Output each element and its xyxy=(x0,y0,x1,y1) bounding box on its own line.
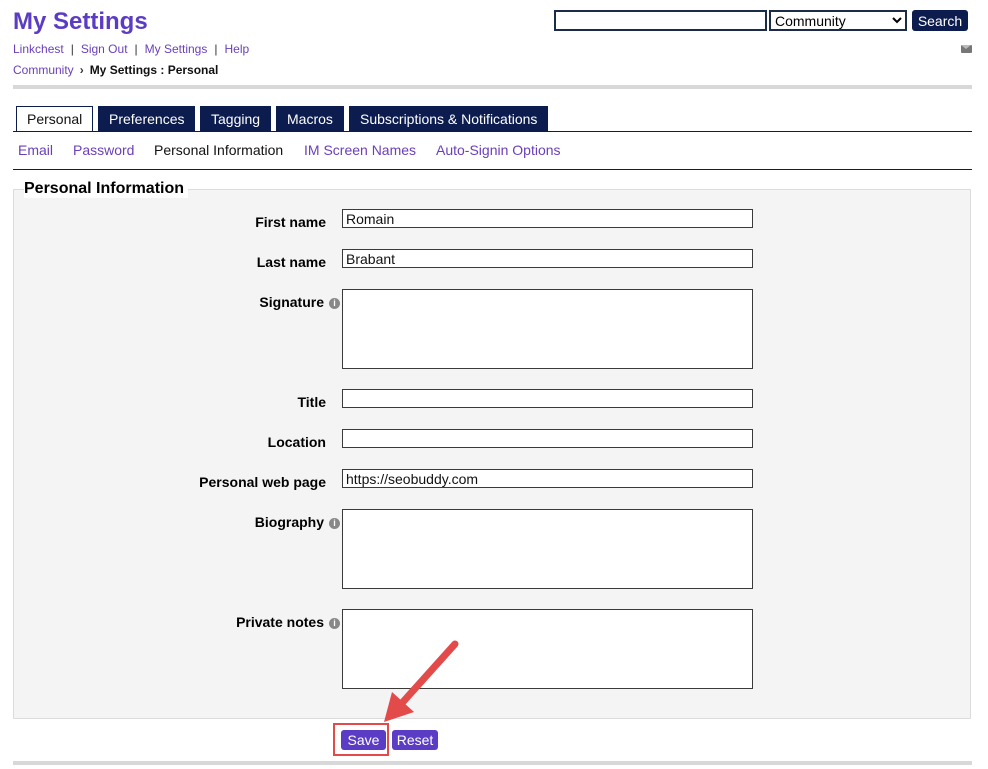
separator: | xyxy=(70,42,74,56)
breadcrumb: Community › My Settings : Personal xyxy=(13,63,218,77)
biography-label: Biography i xyxy=(255,514,340,530)
tab-tagging[interactable]: Tagging xyxy=(200,106,272,131)
title-label: Title xyxy=(297,394,326,410)
subtab-email[interactable]: Email xyxy=(18,142,53,158)
private-notes-label-text: Private notes xyxy=(236,614,324,630)
info-icon[interactable]: i xyxy=(329,298,340,309)
separator: | xyxy=(134,42,138,56)
search-button[interactable]: Search xyxy=(912,10,968,31)
linkchest-link[interactable]: Linkchest xyxy=(13,42,64,56)
personal-web-page-label: Personal web page xyxy=(199,474,326,490)
section-title: Personal Information xyxy=(24,180,189,198)
save-button[interactable]: Save xyxy=(341,730,386,750)
search-scope-select[interactable]: Community xyxy=(769,10,907,31)
tab-subscriptions-notifications[interactable]: Subscriptions & Notifications xyxy=(349,106,549,131)
separator: | xyxy=(214,42,218,56)
info-icon[interactable]: i xyxy=(329,518,340,529)
subtabs-divider xyxy=(13,169,972,170)
tab-personal[interactable]: Personal xyxy=(16,106,94,132)
chevron-right-icon: › xyxy=(79,63,84,77)
mail-icon[interactable] xyxy=(961,45,972,53)
breadcrumb-current: My Settings : Personal xyxy=(89,63,219,77)
biography-label-text: Biography xyxy=(254,514,324,530)
signature-label: Signature i xyxy=(259,294,340,310)
first-name-label: First name xyxy=(255,214,326,230)
footer-divider xyxy=(13,761,972,765)
last-name-label: Last name xyxy=(256,254,326,270)
subtab-password[interactable]: Password xyxy=(73,142,134,158)
help-link[interactable]: Help xyxy=(224,42,249,56)
tab-macros[interactable]: Macros xyxy=(276,106,344,131)
search-input[interactable] xyxy=(554,10,767,31)
personal-web-page-field[interactable] xyxy=(342,469,753,488)
private-notes-label: Private notes i xyxy=(236,614,340,630)
biography-field[interactable] xyxy=(342,509,753,589)
breadcrumb-community-link[interactable]: Community xyxy=(13,63,74,77)
header-divider xyxy=(13,85,972,89)
first-name-field[interactable] xyxy=(342,209,753,228)
location-label: Location xyxy=(267,434,326,450)
last-name-field[interactable] xyxy=(342,249,753,268)
location-field[interactable] xyxy=(342,429,753,448)
reset-button[interactable]: Reset xyxy=(392,730,438,750)
subtab-auto-signin-options[interactable]: Auto-Signin Options xyxy=(436,142,561,158)
page-title: My Settings xyxy=(13,8,148,35)
signature-label-text: Signature xyxy=(259,294,324,310)
subtab-im-screen-names[interactable]: IM Screen Names xyxy=(304,142,416,158)
signature-field[interactable] xyxy=(342,289,753,369)
tab-preferences[interactable]: Preferences xyxy=(98,106,196,131)
info-icon[interactable]: i xyxy=(329,618,340,629)
private-notes-field[interactable] xyxy=(342,609,753,689)
subtab-personal-information[interactable]: Personal Information xyxy=(154,142,283,158)
title-field[interactable] xyxy=(342,389,753,408)
utility-links: Linkchest | Sign Out | My Settings | Help xyxy=(13,42,249,56)
my-settings-link[interactable]: My Settings xyxy=(145,42,208,56)
tabs-divider xyxy=(13,131,972,132)
sign-out-link[interactable]: Sign Out xyxy=(81,42,128,56)
